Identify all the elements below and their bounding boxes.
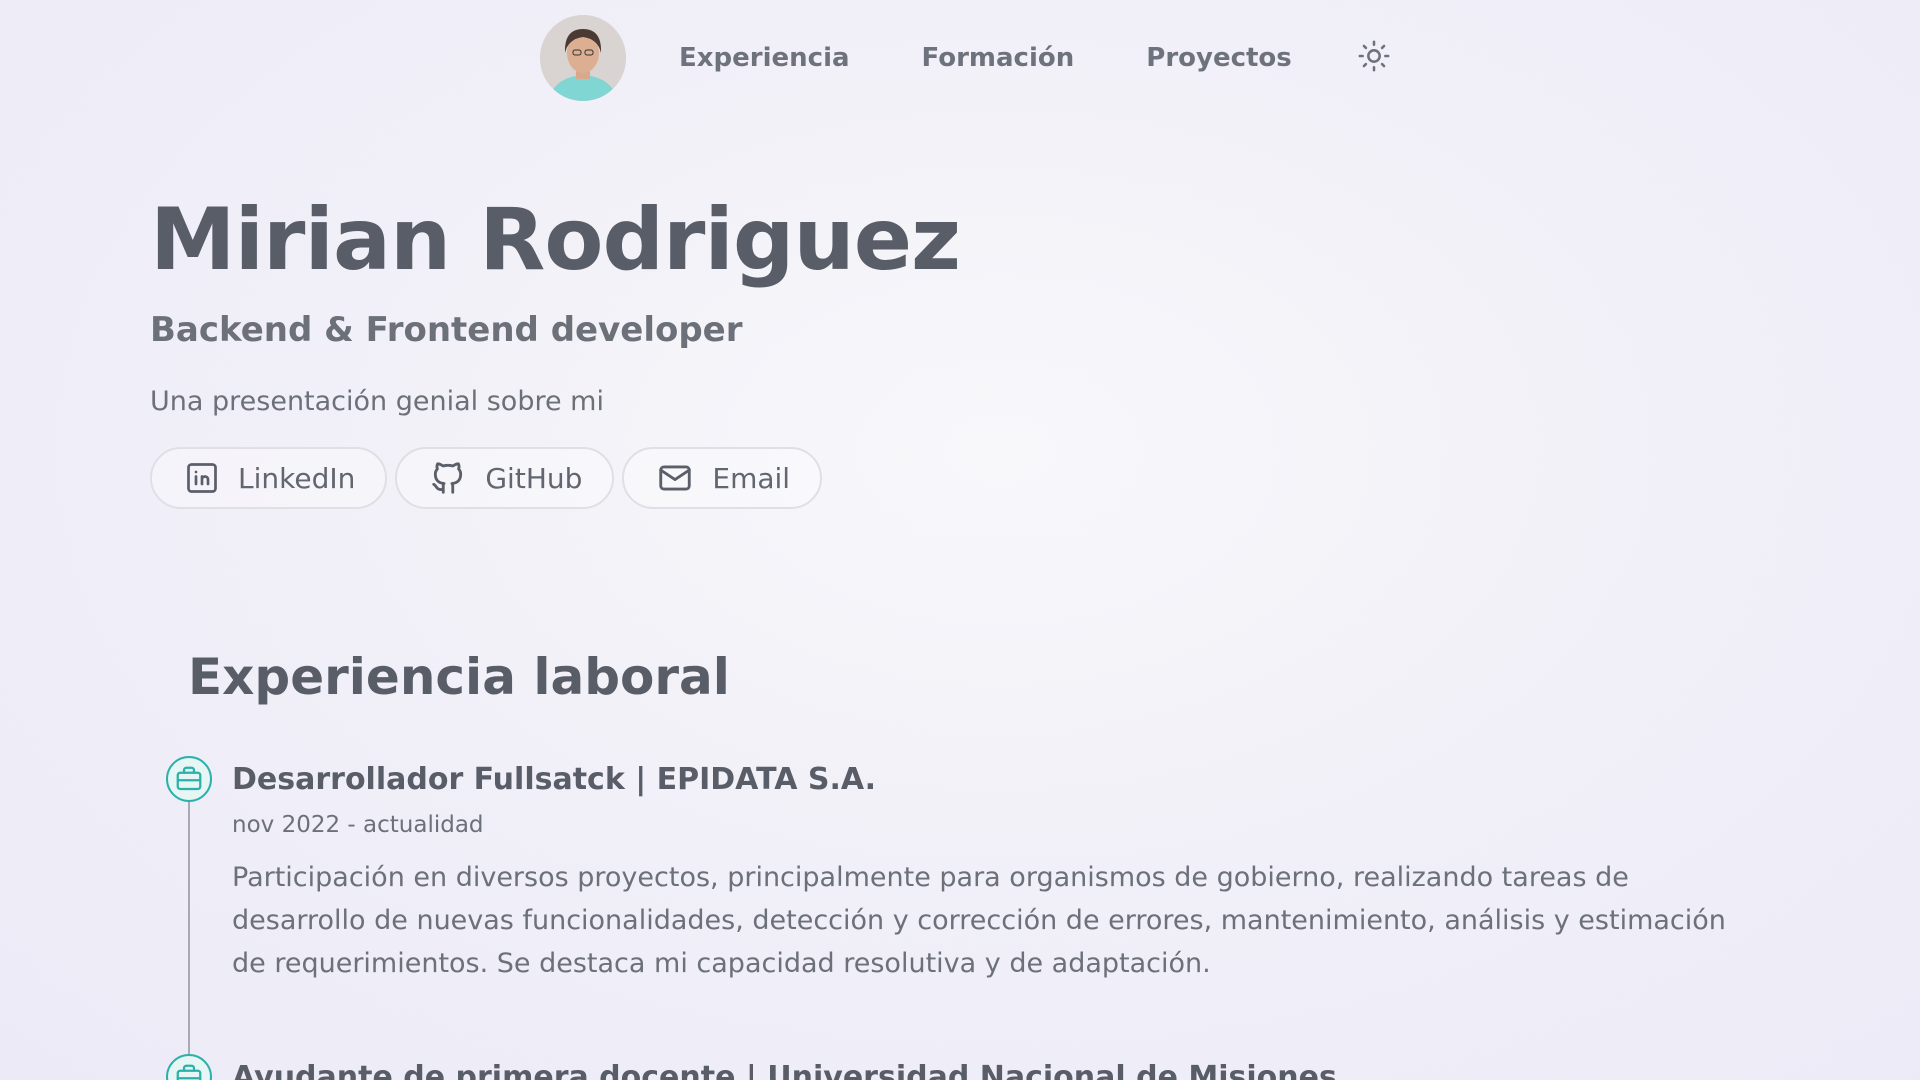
avatar[interactable] — [540, 15, 626, 101]
job-description: Participación en diversos proyectos, pri… — [232, 862, 1726, 979]
top-nav: Experiencia Formación Proyectos — [540, 14, 1392, 102]
briefcase-icon — [176, 766, 202, 791]
linkedin-label: LinkedIn — [238, 461, 356, 495]
job-title: Desarrollador Fullsatck | EPIDATA S.A. — [232, 762, 877, 797]
mail-icon — [659, 465, 692, 491]
github-button[interactable]: GitHub — [395, 447, 615, 509]
job-title: Ayudante de primera docente | Universida… — [232, 1060, 1337, 1080]
hero-role: Backend & Frontend developer — [150, 310, 743, 350]
briefcase-icon — [176, 1064, 202, 1080]
email-label: Email — [712, 461, 791, 495]
hero-name: Mirian Rodriguez — [150, 190, 961, 290]
hero-intro: Una presentación genial sobre mi — [150, 386, 604, 417]
timeline-line — [188, 780, 190, 1055]
experience-title: Experiencia laboral — [188, 648, 730, 706]
linkedin-button[interactable]: LinkedIn — [150, 447, 388, 509]
timeline-marker — [166, 1054, 212, 1080]
linkedin-icon — [187, 463, 217, 493]
hero-section: Mirian Rodriguez Backend & Frontend deve… — [150, 190, 961, 509]
nav-link-experiencia[interactable]: Experiencia — [679, 43, 850, 73]
nav-link-proyectos[interactable]: Proyectos — [1146, 43, 1292, 73]
email-button[interactable]: Email — [622, 447, 823, 509]
nav-link-formacion[interactable]: Formación — [922, 43, 1075, 73]
nav-links: Experiencia Formación Proyectos — [679, 43, 1364, 73]
timeline-marker — [166, 756, 212, 802]
theme-toggle-button[interactable] — [1356, 38, 1392, 74]
github-label: GitHub — [485, 461, 583, 495]
sun-icon — [1358, 40, 1390, 72]
social-links: LinkedIn GitHub Email — [150, 447, 960, 509]
github-icon — [432, 462, 463, 494]
job-date: nov 2022 - actualidad — [232, 812, 484, 838]
